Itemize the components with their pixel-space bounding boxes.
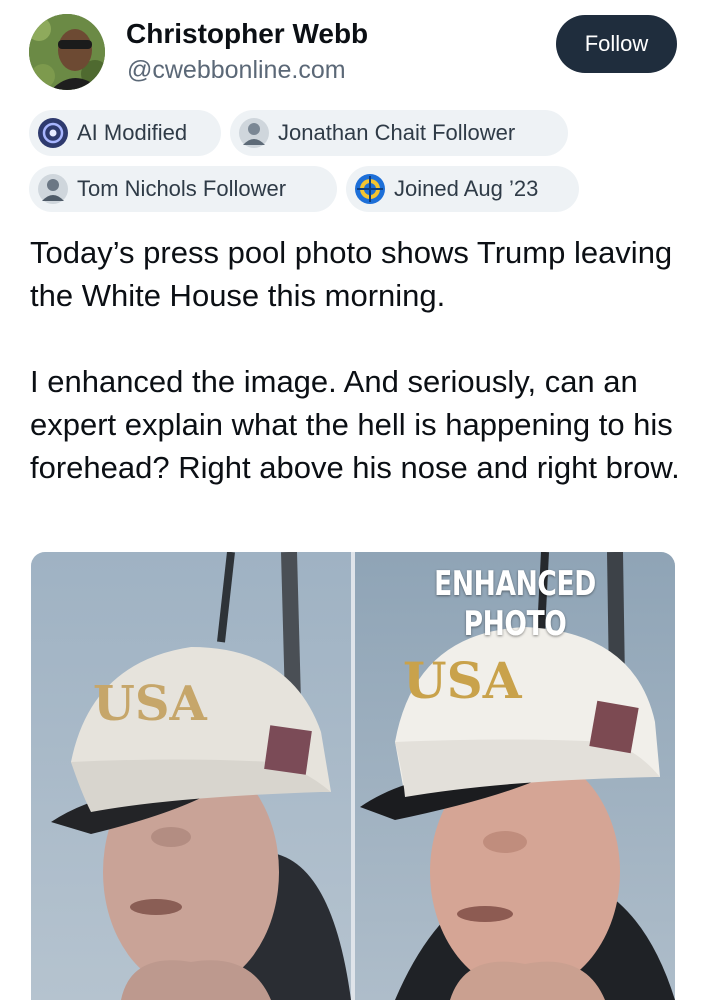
enhanced-photo[interactable]: USA ENHANCED PHOTO bbox=[355, 552, 675, 1000]
badge-ai-modified[interactable]: AI Modified bbox=[29, 110, 221, 156]
cap-text: USA bbox=[93, 676, 208, 732]
post-header: Christopher Webb @cwebbonline.com Follow bbox=[0, 0, 706, 100]
person-avatar-icon bbox=[37, 173, 69, 205]
display-name[interactable]: Christopher Webb bbox=[126, 18, 368, 50]
badge-jonathan-chait-follower[interactable]: Jonathan Chait Follower bbox=[230, 110, 568, 156]
follow-button[interactable]: Follow bbox=[556, 15, 677, 73]
globe-badge-icon bbox=[354, 173, 386, 205]
user-handle[interactable]: @cwebbonline.com bbox=[127, 56, 346, 85]
original-photo[interactable]: USA bbox=[31, 552, 351, 1000]
enhanced-photo-label: ENHANCED PHOTO bbox=[434, 564, 596, 644]
person-avatar-icon bbox=[238, 117, 270, 149]
badge-label: Joined Aug ’23 bbox=[394, 176, 539, 201]
badge-tom-nichols-follower[interactable]: Tom Nichols Follower bbox=[29, 166, 337, 212]
ai-icon bbox=[37, 117, 69, 149]
badge-joined-date[interactable]: Joined Aug ’23 bbox=[346, 166, 579, 212]
badge-label: Tom Nichols Follower bbox=[77, 176, 287, 201]
badge-label: Jonathan Chait Follower bbox=[278, 120, 516, 145]
avatar-image bbox=[29, 14, 105, 90]
post-paragraph: Today’s press pool photo shows Trump lea… bbox=[30, 235, 673, 313]
user-avatar[interactable] bbox=[29, 14, 105, 90]
post-media[interactable]: USA USA ENHANCED PHOTO bbox=[31, 552, 675, 1000]
post-body: Today’s press pool photo shows Trump lea… bbox=[30, 231, 690, 489]
badge-label: AI Modified bbox=[77, 120, 188, 145]
post-paragraph: I enhanced the image. And seriously, can… bbox=[30, 364, 680, 485]
cap-text: USA bbox=[403, 651, 523, 710]
